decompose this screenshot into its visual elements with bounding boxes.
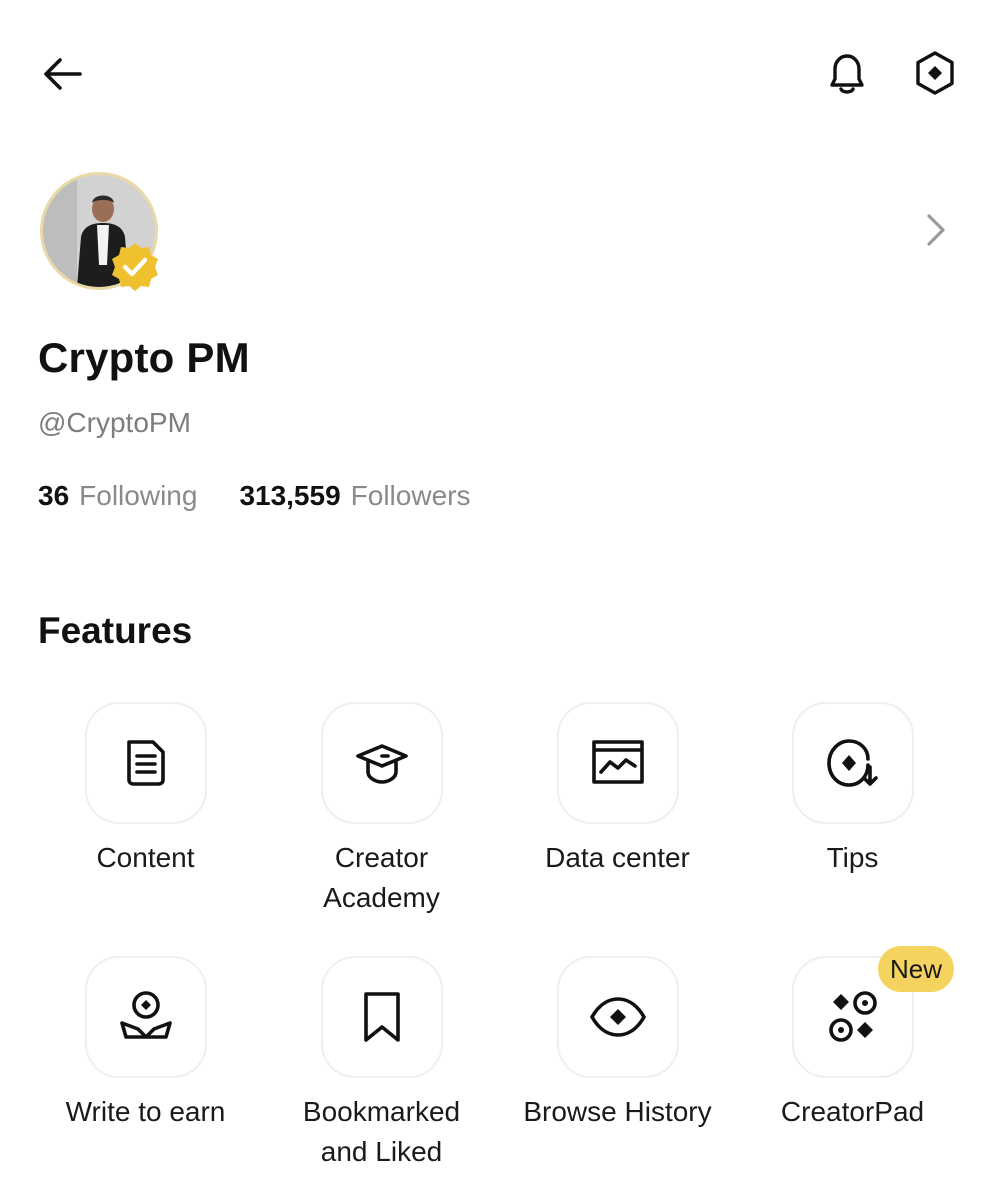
hexagon-diamond-icon bbox=[916, 51, 954, 95]
feature-data-center[interactable]: Data center bbox=[500, 702, 735, 878]
new-badge: New bbox=[878, 946, 955, 992]
arrow-left-icon bbox=[44, 58, 82, 90]
feature-label: CreatorPad bbox=[780, 1096, 925, 1127]
feature-creator-academy[interactable]: Creator Academy bbox=[264, 702, 499, 918]
feature-tile[interactable] bbox=[320, 702, 443, 824]
following-count: 36 bbox=[38, 480, 70, 511]
chart-window-icon bbox=[591, 740, 644, 784]
profile-stats: 36 Following 313,559 Followers bbox=[38, 480, 470, 512]
bell-icon bbox=[830, 54, 864, 94]
write-to-earn-icon bbox=[119, 991, 172, 1039]
followers-count: 313,559 bbox=[239, 480, 341, 511]
eye-icon bbox=[589, 997, 646, 1037]
graduation-cap-icon bbox=[355, 744, 408, 784]
document-icon bbox=[126, 740, 165, 786]
following-label: Following bbox=[79, 480, 198, 511]
back-button[interactable] bbox=[34, 48, 90, 100]
feature-tile[interactable] bbox=[320, 956, 443, 1078]
feature-label: Content bbox=[96, 842, 195, 873]
feature-write-to-earn[interactable]: Write to earn bbox=[28, 956, 263, 1132]
following-stat[interactable]: 36 Following bbox=[38, 480, 197, 512]
followers-label: Followers bbox=[350, 480, 471, 511]
feature-label: Browse History bbox=[523, 1096, 712, 1127]
creatorpad-icon bbox=[828, 991, 877, 1042]
tips-icon bbox=[826, 739, 878, 787]
feature-browse-history[interactable]: Browse History bbox=[500, 956, 735, 1132]
settings-button[interactable] bbox=[906, 46, 964, 100]
feature-label: Data center bbox=[545, 842, 690, 873]
feature-label: Bookmarked and Liked bbox=[302, 1096, 461, 1167]
feature-tips[interactable]: Tips bbox=[735, 702, 970, 878]
feature-content[interactable]: Content bbox=[28, 702, 263, 878]
feature-label: Creator Academy bbox=[323, 842, 440, 913]
verified-badge-icon bbox=[108, 240, 162, 294]
notifications-button[interactable] bbox=[818, 46, 876, 100]
profile-page: Crypto PM @CryptoPM 36 Following 313,559… bbox=[0, 0, 999, 1200]
features-title: Features bbox=[38, 610, 193, 651]
feature-tile[interactable] bbox=[84, 702, 207, 824]
feature-tile[interactable] bbox=[84, 956, 207, 1078]
bookmark-icon bbox=[363, 992, 400, 1042]
profile-name: Crypto PM bbox=[38, 334, 250, 381]
profile-chevron-right-icon[interactable] bbox=[916, 208, 956, 252]
feature-tile[interactable] bbox=[556, 956, 679, 1078]
feature-tile[interactable] bbox=[556, 702, 679, 824]
feature-label: Write to earn bbox=[65, 1096, 226, 1127]
feature-bookmarked-liked[interactable]: Bookmarked and Liked bbox=[264, 956, 499, 1172]
feature-tile[interactable] bbox=[791, 702, 914, 824]
feature-label: Tips bbox=[826, 842, 879, 873]
followers-stat[interactable]: 313,559 Followers bbox=[239, 480, 470, 512]
profile-handle: @CryptoPM bbox=[38, 407, 191, 438]
